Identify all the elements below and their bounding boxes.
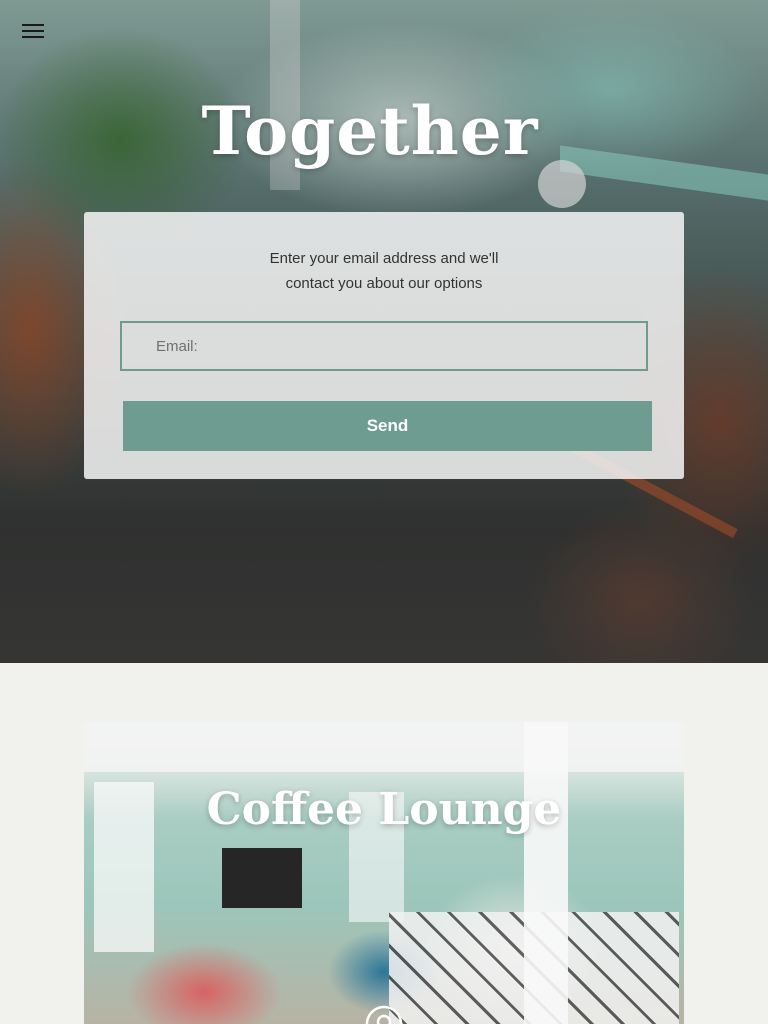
lounge-background-photo	[84, 722, 684, 772]
lounge-photo-detail	[524, 722, 568, 1024]
email-input[interactable]	[120, 321, 648, 371]
menu-bar	[22, 30, 44, 32]
hamburger-menu-icon[interactable]	[22, 22, 46, 40]
hero-section: Together Enter your email address and we…	[0, 0, 768, 663]
signup-intro-text: Enter your email address and we'll conta…	[84, 246, 684, 296]
location-pin-icon[interactable]	[364, 1004, 404, 1024]
send-button[interactable]: Send	[123, 401, 652, 451]
coffee-lounge-card[interactable]: Coffee Lounge	[84, 722, 684, 1024]
lounge-photo-detail	[222, 848, 302, 908]
coffee-lounge-title: Coffee Lounge	[206, 784, 562, 835]
signup-intro-label: Enter your email address and we'll conta…	[269, 250, 499, 292]
menu-bar	[22, 24, 44, 26]
email-signup-card: Enter your email address and we'll conta…	[84, 212, 684, 479]
menu-bar	[22, 36, 44, 38]
hero-title: Together	[201, 92, 539, 170]
